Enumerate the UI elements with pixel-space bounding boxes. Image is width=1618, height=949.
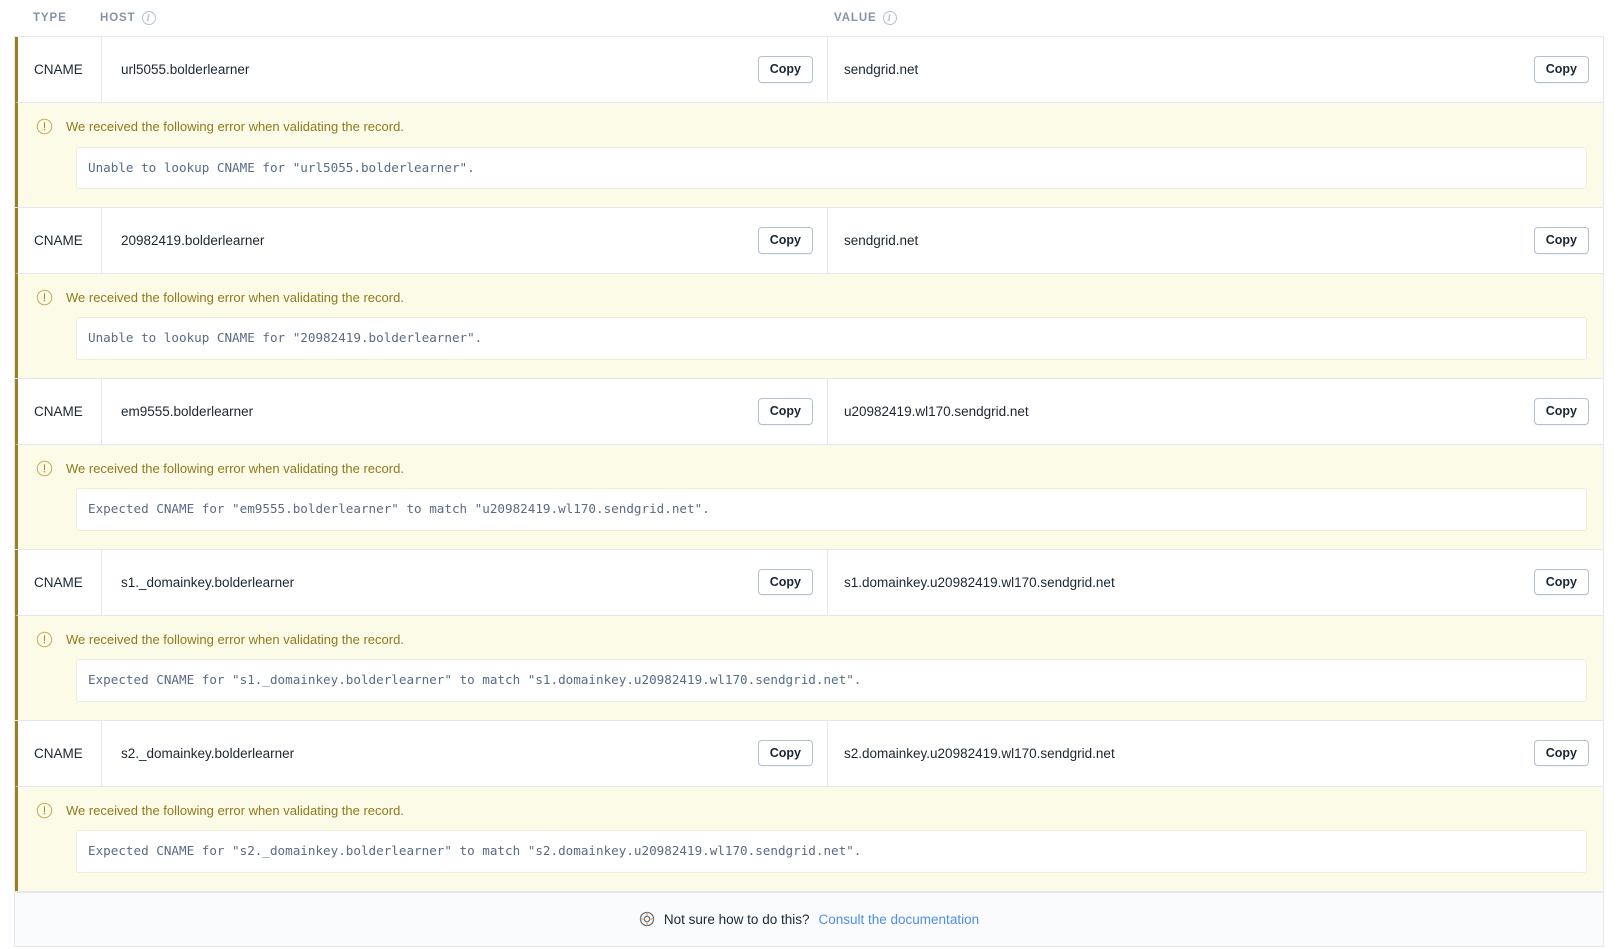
footer-help-text: Not sure how to do this?: [663, 911, 810, 927]
exclamation-circle-icon: [36, 802, 53, 818]
validation-error-header: We received the following error when val…: [32, 117, 1587, 136]
validation-error-detail: Expected CNAME for "em9555.bolderlearner…: [76, 488, 1587, 531]
record-host-cell: s2._domainkey.bolderlearner Copy: [102, 720, 828, 786]
validation-error-header: We received the following error when val…: [32, 630, 1587, 649]
dns-record-group: CNAME s2._domainkey.bolderlearner Copy s…: [15, 720, 1603, 892]
validation-error-detail: Expected CNAME for "s1._domainkey.bolder…: [76, 659, 1587, 702]
validation-error-header: We received the following error when val…: [32, 459, 1587, 478]
validation-error-message: We received the following error when val…: [66, 631, 404, 647]
record-type-value: CNAME: [34, 745, 83, 761]
column-header-host: HOST i: [100, 11, 826, 25]
column-header-host-label: HOST: [100, 12, 136, 24]
record-value-value: s1.domainkey.u20982419.wl170.sendgrid.ne…: [844, 574, 1115, 590]
record-type-value: CNAME: [34, 574, 83, 590]
record-host-cell: url5055.bolderlearner Copy: [102, 37, 828, 102]
table-row: CNAME s1._domainkey.bolderlearner Copy s…: [15, 549, 1603, 615]
lifebuoy-icon: [639, 911, 655, 927]
copy-value-button[interactable]: Copy: [1533, 569, 1589, 596]
documentation-link[interactable]: Consult the documentation: [818, 912, 979, 927]
validation-error-message: We received the following error when val…: [66, 802, 404, 818]
validation-error-detail: Unable to lookup CNAME for "20982419.bol…: [76, 317, 1587, 360]
table-row: CNAME 20982419.bolderlearner Copy sendgr…: [15, 207, 1603, 273]
dns-records-panel: TYPE HOST i VALUE i CNAME url5055.bolder…: [0, 0, 1618, 947]
record-host-cell: s1._domainkey.bolderlearner Copy: [102, 549, 828, 615]
column-header-value: VALUE i: [826, 11, 1604, 25]
validation-error-banner: We received the following error when val…: [15, 102, 1603, 207]
record-value-cell: sendgrid.net Copy: [828, 208, 1603, 273]
record-host-value: em9555.bolderlearner: [121, 403, 254, 419]
record-value-cell: u20982419.wl170.sendgrid.net Copy: [828, 379, 1603, 444]
validation-error-banner: We received the following error when val…: [15, 614, 1603, 720]
copy-host-button[interactable]: Copy: [757, 227, 813, 254]
dns-records-table: CNAME url5055.bolderlearner Copy sendgri…: [14, 36, 1604, 947]
validation-error-detail: Expected CNAME for "s2._domainkey.bolder…: [76, 830, 1587, 873]
validation-error-message: We received the following error when val…: [66, 119, 404, 134]
exclamation-circle-icon: [36, 289, 53, 306]
record-type-cell: CNAME: [18, 549, 102, 615]
record-type-cell: CNAME: [18, 720, 102, 786]
record-value-value: s2.domainkey.u20982419.wl170.sendgrid.ne…: [844, 745, 1115, 761]
copy-host-button[interactable]: Copy: [757, 739, 813, 767]
record-type-value: CNAME: [34, 62, 83, 77]
copy-host-button[interactable]: Copy: [757, 398, 813, 425]
record-type-value: CNAME: [34, 403, 83, 419]
validation-error-banner: We received the following error when val…: [15, 443, 1603, 549]
record-value-cell: sendgrid.net Copy: [828, 37, 1603, 102]
validation-error-header: We received the following error when val…: [32, 801, 1587, 820]
info-icon[interactable]: i: [882, 11, 897, 25]
record-type-cell: CNAME: [18, 207, 102, 273]
validation-error-message: We received the following error when val…: [66, 460, 404, 476]
exclamation-circle-icon: [36, 631, 53, 647]
dns-record-group: CNAME em9555.bolderlearner Copy u2098241…: [15, 378, 1603, 550]
record-value-cell: s2.domainkey.u20982419.wl170.sendgrid.ne…: [828, 721, 1603, 786]
table-row: CNAME em9555.bolderlearner Copy u2098241…: [15, 378, 1603, 444]
exclamation-circle-icon: [36, 118, 53, 135]
record-value-value: sendgrid.net: [844, 232, 919, 248]
copy-host-button[interactable]: Copy: [757, 569, 813, 596]
exclamation-circle-icon: [36, 460, 53, 477]
dns-record-group: CNAME s1._domainkey.bolderlearner Copy s…: [15, 549, 1603, 721]
copy-host-button[interactable]: Copy: [757, 56, 813, 83]
validation-error-detail: Unable to lookup CNAME for "url5055.bold…: [76, 146, 1587, 189]
record-type-cell: CNAME: [18, 37, 102, 102]
record-value-cell: s1.domainkey.u20982419.wl170.sendgrid.ne…: [828, 550, 1603, 615]
record-host-value: 20982419.bolderlearner: [121, 232, 265, 248]
table-header: TYPE HOST i VALUE i: [14, 0, 1604, 36]
record-host-value: s1._domainkey.bolderlearner: [121, 574, 295, 590]
column-header-type-label: TYPE: [33, 12, 67, 24]
table-row: CNAME s2._domainkey.bolderlearner Copy s…: [15, 720, 1603, 786]
table-row: CNAME url5055.bolderlearner Copy sendgri…: [15, 37, 1603, 102]
record-host-value: s2._domainkey.bolderlearner: [121, 745, 295, 761]
copy-value-button[interactable]: Copy: [1533, 56, 1589, 83]
copy-value-button[interactable]: Copy: [1533, 398, 1589, 425]
validation-error-header: We received the following error when val…: [32, 288, 1587, 307]
table-footer: Not sure how to do this? Consult the doc…: [15, 891, 1603, 946]
dns-record-group: CNAME 20982419.bolderlearner Copy sendgr…: [15, 207, 1603, 379]
validation-error-banner: We received the following error when val…: [15, 272, 1603, 378]
record-type-value: CNAME: [34, 232, 83, 248]
dns-record-group: CNAME url5055.bolderlearner Copy sendgri…: [15, 37, 1603, 208]
info-icon[interactable]: i: [141, 11, 156, 25]
copy-value-button[interactable]: Copy: [1533, 739, 1589, 767]
validation-error-message: We received the following error when val…: [66, 289, 404, 305]
copy-value-button[interactable]: Copy: [1533, 227, 1589, 254]
record-host-value: url5055.bolderlearner: [121, 62, 250, 77]
column-header-value-label: VALUE: [834, 12, 877, 24]
record-host-cell: em9555.bolderlearner Copy: [102, 378, 828, 444]
record-value-value: u20982419.wl170.sendgrid.net: [844, 403, 1029, 419]
record-value-value: sendgrid.net: [844, 62, 919, 77]
record-type-cell: CNAME: [18, 378, 102, 444]
validation-error-banner: We received the following error when val…: [15, 785, 1603, 891]
record-host-cell: 20982419.bolderlearner Copy: [102, 207, 828, 273]
column-header-type: TYPE: [14, 12, 100, 24]
